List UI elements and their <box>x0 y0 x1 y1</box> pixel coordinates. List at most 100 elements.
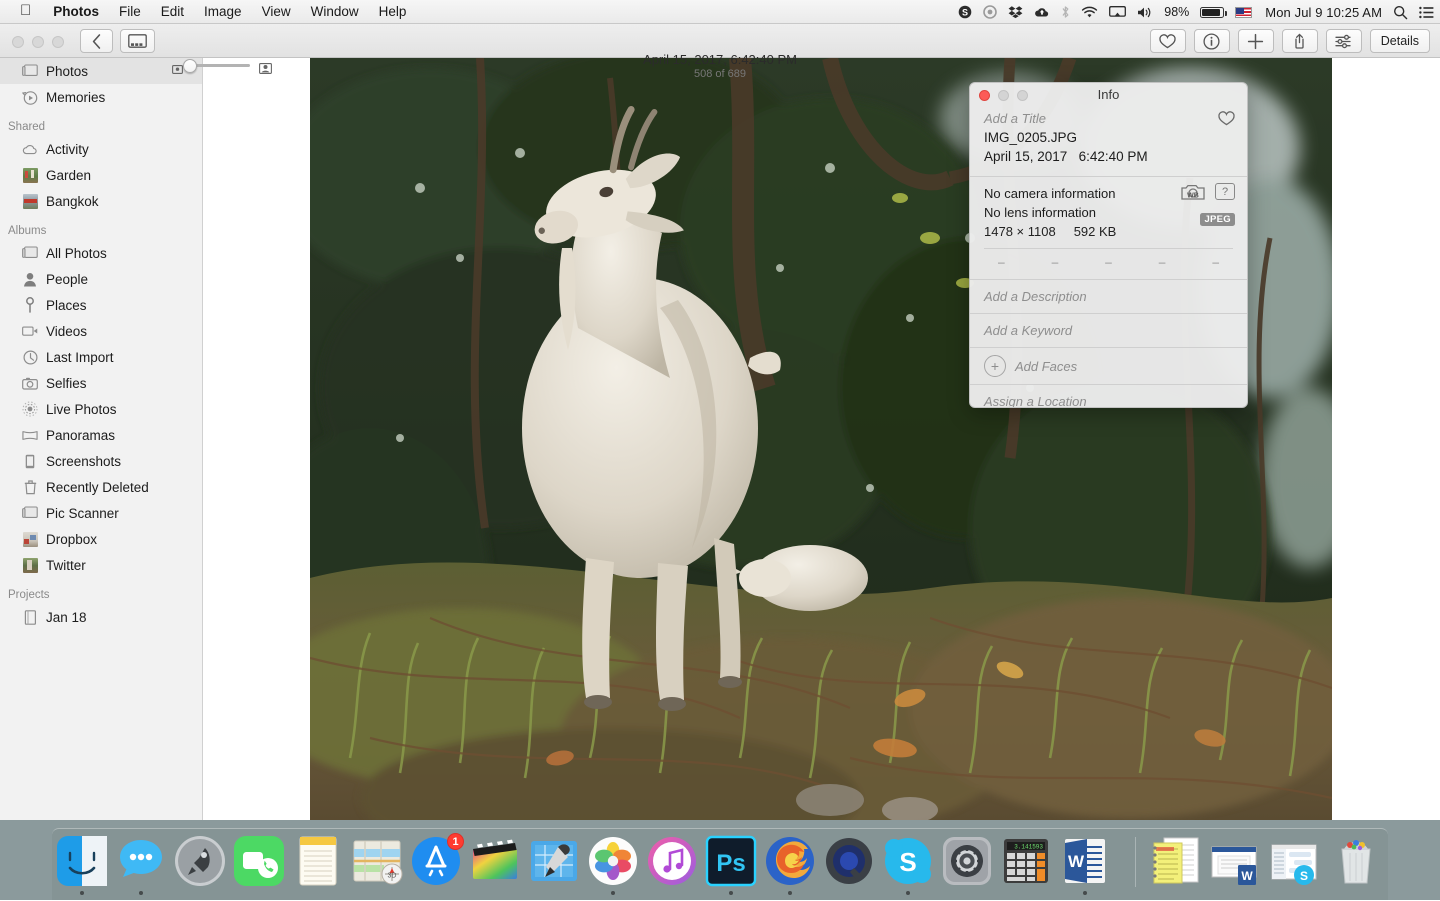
sidebar-item-places[interactable]: Places <box>0 292 202 318</box>
description-input[interactable]: Add a Description <box>970 279 1247 313</box>
dock-item-trash[interactable] <box>1330 835 1382 887</box>
creative-cloud-icon[interactable] <box>983 5 998 19</box>
heart-icon[interactable] <box>1218 111 1235 129</box>
notification-center-icon[interactable] <box>1419 6 1434 19</box>
question-mark-icon[interactable]: ? <box>1215 183 1235 200</box>
minimize-window-icon[interactable] <box>998 90 1009 101</box>
sidebar-item-activity[interactable]: Activity <box>0 136 202 162</box>
album-thumbnail-icon <box>22 557 38 573</box>
thumbnail-zoom-slider[interactable] <box>172 58 272 74</box>
dock-item-itunes[interactable] <box>646 835 698 887</box>
us-flag-icon[interactable] <box>1235 6 1253 18</box>
running-indicator <box>1083 891 1087 895</box>
microsoft-word-icon: W <box>1059 835 1111 887</box>
details-button[interactable]: Details <box>1369 29 1430 53</box>
dock-minimized-skype-window[interactable]: S <box>1270 835 1322 887</box>
dock-item-messages[interactable] <box>115 835 167 887</box>
sidebar-item-dropbox[interactable]: Dropbox <box>0 526 202 552</box>
add-faces-label: Add Faces <box>1015 358 1078 374</box>
location-input[interactable]: Assign a Location <box>970 384 1247 407</box>
sidebar-item-last-import[interactable]: Last Import <box>0 344 202 370</box>
dock-item-finder[interactable] <box>56 835 108 887</box>
sidebar-item-live-photos[interactable]: Live Photos <box>0 396 202 422</box>
menu-photos[interactable]: Photos <box>43 0 109 24</box>
title-input[interactable]: Add a Title <box>984 109 1235 128</box>
menu-help[interactable]: Help <box>369 0 417 24</box>
dock-minimized-word-document[interactable]: W <box>1210 835 1262 887</box>
dock-item-skype[interactable]: S <box>882 835 934 887</box>
minimize-window-button[interactable] <box>32 36 44 48</box>
dock-item-final-cut-pro[interactable] <box>469 835 521 887</box>
selfie-camera-icon <box>22 375 38 391</box>
dock-item-app-store[interactable]: 1 <box>410 833 464 887</box>
info-button[interactable] <box>1193 29 1230 53</box>
share-icon <box>1295 33 1304 49</box>
sidebar-item-pic-scanner[interactable]: Pic Scanner <box>0 500 202 526</box>
dock-item-firefox[interactable] <box>764 835 816 887</box>
dock-item-photos[interactable] <box>587 835 639 887</box>
sidebar-item-jan-18[interactable]: Jan 18 <box>0 604 202 630</box>
wifi-icon[interactable] <box>1081 6 1098 19</box>
volume-icon[interactable] <box>1137 6 1153 19</box>
adjust-button[interactable] <box>1325 29 1362 53</box>
facetime-icon <box>233 835 285 887</box>
skype-status-icon[interactable]: S <box>958 5 972 19</box>
battery-icon[interactable] <box>1200 6 1227 18</box>
back-button[interactable] <box>80 29 113 53</box>
sidebar-item-recently-deleted[interactable]: Recently Deleted <box>0 474 202 500</box>
add-faces-row[interactable]: + Add Faces <box>970 347 1247 384</box>
dock-minimized-notes-document[interactable] <box>1150 835 1202 887</box>
dock-item-notes[interactable] <box>292 835 344 887</box>
dock-item-facetime[interactable] <box>233 835 285 887</box>
menu-file[interactable]: File <box>109 0 151 24</box>
dock-item-calculator[interactable]: 3.141593 <box>1000 835 1052 887</box>
menu-view[interactable]: View <box>252 0 301 24</box>
airplay-icon[interactable] <box>1109 5 1127 19</box>
sidebar-item-bangkok[interactable]: Bangkok <box>0 188 202 214</box>
sidebar-item-panoramas[interactable]: Panoramas <box>0 422 202 448</box>
camera-white-balance-icon[interactable]: WB <box>1181 183 1205 204</box>
sidebar-item-memories[interactable]: Memories <box>0 84 202 110</box>
add-button[interactable] <box>1237 29 1274 53</box>
sidebar-item-screenshots[interactable]: Screenshots <box>0 448 202 474</box>
sidebar-item-people[interactable]: People <box>0 266 202 292</box>
dock-item-quicktime[interactable] <box>823 835 875 887</box>
slider-knob[interactable] <box>183 58 197 73</box>
sidebar-item-videos[interactable]: Videos <box>0 318 202 344</box>
menu-bar:  Photos File Edit Image View Window Hel… <box>0 0 1440 24</box>
keyword-input[interactable]: Add a Keyword <box>970 313 1247 347</box>
map-pin-icon <box>22 297 38 313</box>
cloud-upload-icon[interactable] <box>1034 6 1050 19</box>
zoom-out-thumbnail-icon[interactable] <box>172 61 183 79</box>
dock-item-launchpad[interactable] <box>174 835 226 887</box>
dropbox-status-icon[interactable] <box>1008 5 1023 19</box>
menu-bar-clock[interactable]: Mon Jul 9 10:25 AM <box>1263 5 1382 20</box>
dock-item-system-preferences[interactable] <box>941 835 993 887</box>
sidebar-item-garden[interactable]: Garden <box>0 162 202 188</box>
favorite-button[interactable] <box>1149 29 1186 53</box>
dock-item-xcode[interactable] <box>528 835 580 887</box>
info-panel[interactable]: Info Add a Title IMG_0205.JPG April 15, … <box>969 82 1248 408</box>
close-window-button[interactable] <box>12 36 24 48</box>
dock-item-photoshop[interactable]: Ps <box>705 835 757 887</box>
menu-window[interactable]: Window <box>301 0 369 24</box>
menu-edit[interactable]: Edit <box>151 0 194 24</box>
grid-view-button[interactable] <box>120 29 155 53</box>
dock-item-maps[interactable]: 3D <box>351 835 403 887</box>
sidebar-item-selfies[interactable]: Selfies <box>0 370 202 396</box>
share-button[interactable] <box>1281 29 1318 53</box>
bluetooth-icon[interactable] <box>1061 5 1070 19</box>
close-window-icon[interactable] <box>979 90 990 101</box>
apple-logo-icon[interactable]:  <box>8 3 43 20</box>
sidebar-item-all-photos[interactable]: All Photos <box>0 240 202 266</box>
menu-image[interactable]: Image <box>194 0 252 24</box>
notification-badge: 1 <box>447 833 464 850</box>
plus-circle-icon[interactable]: + <box>984 355 1006 377</box>
zoom-window-button[interactable] <box>52 36 64 48</box>
dock-item-microsoft-word[interactable]: W <box>1059 835 1111 887</box>
zoom-window-icon[interactable] <box>1017 90 1028 101</box>
sidebar-item-twitter[interactable]: Twitter <box>0 552 202 578</box>
spotlight-search-icon[interactable] <box>1393 5 1408 20</box>
svg-text:Ps: Ps <box>716 850 745 877</box>
zoom-in-thumbnail-icon[interactable] <box>259 61 272 79</box>
